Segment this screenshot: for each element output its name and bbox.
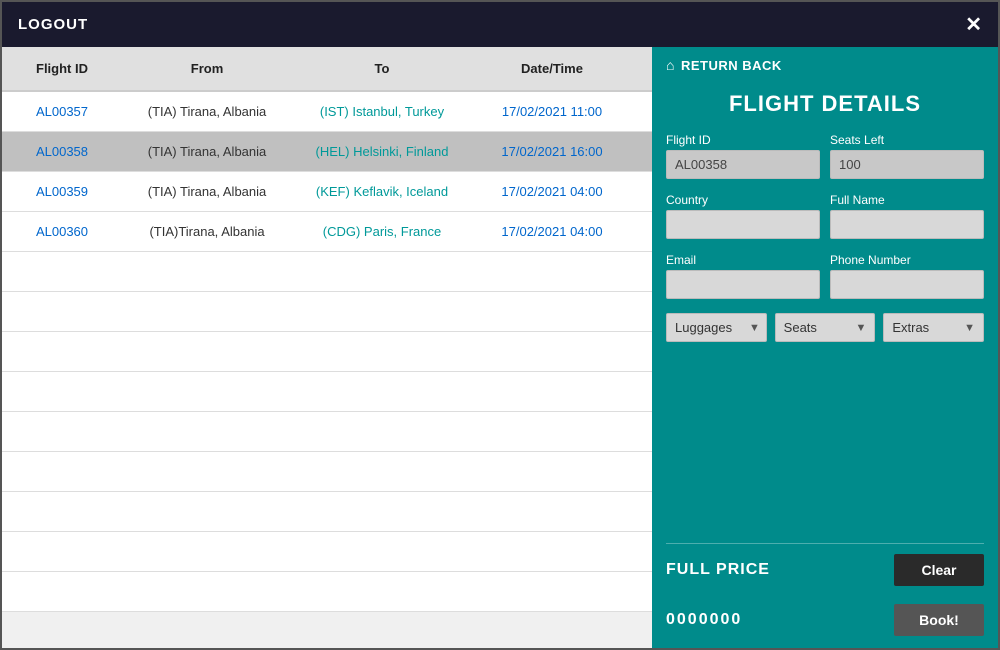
- empty-row: [2, 412, 652, 452]
- col-datetime: Date/Time: [472, 57, 632, 80]
- flight-details-title: FLIGHT DETAILS: [652, 83, 998, 133]
- cell-class: B, E: [632, 176, 652, 207]
- table-row[interactable]: AL00358 (TIA) Tirana, Albania (HEL) Hels…: [2, 132, 652, 172]
- home-icon: ⌂: [666, 57, 675, 73]
- extras-select[interactable]: Extras: [884, 314, 956, 341]
- cell-class: E, B: [632, 96, 652, 127]
- extras-dropdown-group: Extras ▼: [883, 313, 984, 342]
- empty-row: [2, 372, 652, 412]
- form-group-phone: Phone Number: [830, 253, 984, 299]
- cell-flight-id: AL00358: [2, 136, 122, 167]
- seats-select[interactable]: Seats: [776, 314, 848, 341]
- form-group-email: Email: [666, 253, 820, 299]
- cell-flight-id: AL00357: [2, 96, 122, 127]
- flight-list-panel: Flight ID From To Date/Time Class Seats …: [2, 47, 652, 648]
- price-section: FULL PRICE Clear 0000000 Book!: [652, 543, 998, 648]
- return-back-label: RETURN BACK: [681, 58, 782, 73]
- email-input[interactable]: [666, 270, 820, 299]
- form-group-seats-left: Seats Left: [830, 133, 984, 179]
- email-label: Email: [666, 253, 820, 267]
- cell-datetime: 17/02/2021 16:00: [472, 136, 632, 167]
- form-row-contact: Email Phone Number: [666, 253, 984, 299]
- table-body: AL00357 (TIA) Tirana, Albania (IST) Ista…: [2, 92, 652, 648]
- empty-row: [2, 492, 652, 532]
- col-to: To: [292, 57, 472, 80]
- full-price-row: FULL PRICE Clear: [666, 543, 984, 596]
- app-title: LOGOUT: [18, 16, 88, 33]
- table-header: Flight ID From To Date/Time Class Seats …: [2, 47, 652, 92]
- country-label: Country: [666, 193, 820, 207]
- form-group-fullname: Full Name: [830, 193, 984, 239]
- form-row-name: Country Full Name: [666, 193, 984, 239]
- cell-to: (KEF) Keflavik, Iceland: [292, 176, 472, 207]
- full-price-label: FULL PRICE: [666, 561, 770, 579]
- phone-label: Phone Number: [830, 253, 984, 267]
- cell-to: (HEL) Helsinki, Finland: [292, 136, 472, 167]
- form-group-country: Country: [666, 193, 820, 239]
- cell-class: B, E: [632, 216, 652, 247]
- extras-dropdown-arrow: ▼: [956, 316, 983, 340]
- form-group-flight-id: Flight ID: [666, 133, 820, 179]
- bottom-price-row: 0000000 Book!: [666, 596, 984, 648]
- luggage-dropdown-arrow: ▼: [741, 316, 767, 340]
- cell-to: (CDG) Paris, France: [292, 216, 472, 247]
- cell-from: (TIA)Tirana, Albania: [122, 216, 292, 247]
- price-value: 0000000: [666, 611, 742, 629]
- cell-from: (TIA) Tirana, Albania: [122, 96, 292, 127]
- cell-datetime: 17/02/2021 11:00: [472, 96, 632, 127]
- empty-row: [2, 292, 652, 332]
- cell-flight-id: AL00359: [2, 176, 122, 207]
- seats-left-label: Seats Left: [830, 133, 984, 147]
- main-content: Flight ID From To Date/Time Class Seats …: [2, 47, 998, 648]
- luggage-dropdown-group: Luggages ▼: [666, 313, 767, 342]
- empty-row: [2, 332, 652, 372]
- table-row[interactable]: AL00360 (TIA)Tirana, Albania (CDG) Paris…: [2, 212, 652, 252]
- luggage-select[interactable]: Luggages: [667, 314, 741, 341]
- empty-row: [2, 452, 652, 492]
- cell-class: F, B, E: [632, 136, 652, 167]
- cell-from: (TIA) Tirana, Albania: [122, 136, 292, 167]
- flight-details-panel: ⌂ RETURN BACK FLIGHT DETAILS Flight ID S…: [652, 47, 998, 648]
- full-name-input[interactable]: [830, 210, 984, 239]
- empty-row: [2, 532, 652, 572]
- details-form: Flight ID Seats Left Country Ful: [652, 133, 998, 299]
- full-name-label: Full Name: [830, 193, 984, 207]
- book-button[interactable]: Book!: [894, 604, 984, 636]
- empty-row: [2, 252, 652, 292]
- phone-input[interactable]: [830, 270, 984, 299]
- cell-datetime: 17/02/2021 04:00: [472, 216, 632, 247]
- cell-flight-id: AL00360: [2, 216, 122, 247]
- empty-row: [2, 572, 652, 612]
- flight-id-input[interactable]: [666, 150, 820, 179]
- dropdowns-row: Luggages ▼ Seats ▼ Extras ▼: [652, 313, 998, 342]
- flight-id-label: Flight ID: [666, 133, 820, 147]
- col-from: From: [122, 57, 292, 80]
- col-class: Class: [632, 57, 652, 80]
- country-input[interactable]: [666, 210, 820, 239]
- app-header: LOGOUT ✕: [2, 2, 998, 47]
- cell-from: (TIA) Tirana, Albania: [122, 176, 292, 207]
- table-row[interactable]: AL00359 (TIA) Tirana, Albania (KEF) Kefl…: [2, 172, 652, 212]
- col-flight-id: Flight ID: [2, 57, 122, 80]
- cell-to: (IST) Istanbul, Turkey: [292, 96, 472, 127]
- close-button[interactable]: ✕: [965, 15, 982, 35]
- form-row-ids: Flight ID Seats Left: [666, 133, 984, 179]
- cell-datetime: 17/02/2021 04:00: [472, 176, 632, 207]
- seats-left-input[interactable]: [830, 150, 984, 179]
- seats-dropdown-group: Seats ▼: [775, 313, 876, 342]
- clear-button[interactable]: Clear: [894, 554, 984, 586]
- table-row[interactable]: AL00357 (TIA) Tirana, Albania (IST) Ista…: [2, 92, 652, 132]
- seats-dropdown-arrow: ▼: [847, 316, 874, 340]
- return-back-button[interactable]: ⌂ RETURN BACK: [652, 47, 998, 83]
